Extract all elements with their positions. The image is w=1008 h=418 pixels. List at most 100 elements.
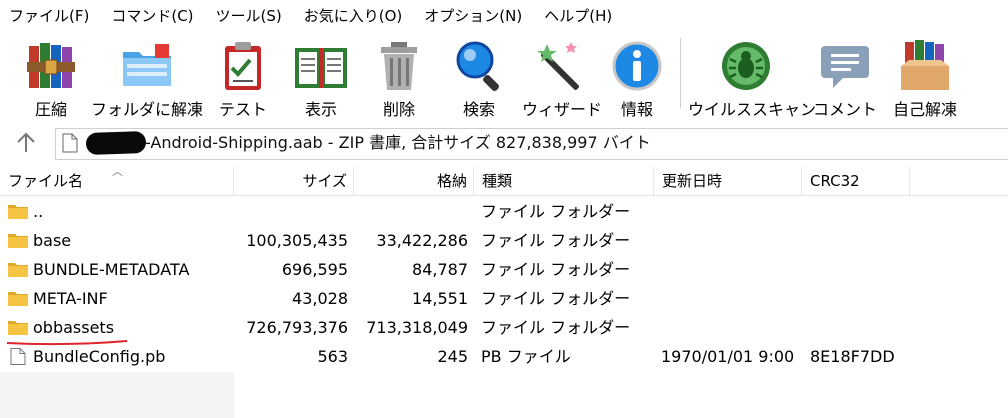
column-header-modified[interactable]: 更新日時 <box>654 167 802 195</box>
file-name: base <box>33 231 72 250</box>
file-name: .. <box>33 202 44 221</box>
folder-icon <box>8 292 28 306</box>
column-header-crc[interactable]: CRC32 <box>802 167 910 195</box>
extract-to-folder-button[interactable]: フォルダに解凍 <box>88 36 206 122</box>
menu-options[interactable]: オプション(N) <box>413 0 533 32</box>
info-icon <box>612 41 662 91</box>
file-crc <box>810 284 910 313</box>
file-crc: 8E18F7DD <box>810 347 895 366</box>
test-label: テスト <box>218 100 267 119</box>
toolbar: 圧縮 フォルダに解凍 テスト 表示 削除 検索 ウィザード 情報 ウイルススキャ… <box>0 32 1008 122</box>
comment-label: コメント <box>812 100 877 119</box>
file-type: ファイル フォルダー <box>481 260 631 279</box>
menu-file[interactable]: ファイル(F) <box>0 0 100 32</box>
file-type: ファイル フォルダー <box>481 202 631 221</box>
file-name: META-INF <box>33 289 108 308</box>
file-row[interactable]: BUNDLE-METADATA 696,595 84,787 ファイル フォルダー <box>0 255 1008 284</box>
folder-extract-icon <box>123 44 171 86</box>
file-name: obbassets <box>33 318 115 337</box>
menu-favorites[interactable]: お気に入り(O) <box>293 0 414 32</box>
file-crc <box>810 255 910 284</box>
file-type: ファイル フォルダー <box>481 289 631 308</box>
file-type: ファイル フォルダー <box>481 231 631 250</box>
sort-ascending-icon: ︿ <box>112 165 123 178</box>
compress-label: 圧縮 <box>34 100 67 119</box>
file-modified <box>661 226 801 255</box>
file-row[interactable]: META-INF 43,028 14,551 ファイル フォルダー <box>0 284 1008 313</box>
file-row[interactable]: obbassets 726,793,376 713,318,049 ファイル フォルダ… <box>0 313 1008 342</box>
info-button[interactable]: 情報 <box>604 36 670 122</box>
menu-help[interactable]: ヘルプ(H) <box>533 0 623 32</box>
sfx-button[interactable]: 自己解凍 <box>886 36 964 122</box>
menu-bar: ファイル(F) コマンド(C) ツール(S) お気に入り(O) オプション(N)… <box>0 0 1008 32</box>
info-label: 情報 <box>620 100 653 119</box>
virus-bug-icon <box>722 42 770 90</box>
wizard-label: ウィザード <box>522 100 603 119</box>
sfx-label: 自己解凍 <box>892 100 957 119</box>
file-modified <box>661 284 801 313</box>
file-list-header: ファイル名 サイズ 格納 種類 更新日時 CRC32 <box>0 167 1008 196</box>
file-type: PB ファイル <box>481 347 571 366</box>
folder-icon <box>8 205 28 219</box>
file-packed-size: 245 <box>437 347 468 366</box>
address-path-text: -Android-Shipping.aab - ZIP 書庫, 合計サイズ 82… <box>145 133 651 152</box>
find-button[interactable]: 検索 <box>444 36 514 122</box>
column-header-size[interactable]: サイズ <box>234 167 354 195</box>
red-underline-annotation <box>6 340 128 346</box>
file-icon <box>10 348 26 365</box>
file-crc <box>810 226 910 255</box>
file-packed-size: 14,551 <box>412 289 468 308</box>
magic-wand-icon <box>537 42 579 90</box>
clipboard-test-icon <box>225 42 261 90</box>
folder-icon <box>8 263 28 277</box>
wizard-button[interactable]: ウィザード <box>522 36 603 122</box>
file-name: BundleConfig.pb <box>33 347 166 366</box>
trash-can-icon <box>381 42 417 90</box>
menu-command[interactable]: コマンド(C) <box>100 0 204 32</box>
sfx-box-icon <box>901 40 949 90</box>
file-size: 100,305,435 <box>246 231 348 250</box>
up-arrow-icon[interactable] <box>12 130 40 156</box>
open-book-icon <box>295 48 347 88</box>
file-size: 696,595 <box>281 260 348 279</box>
file-modified <box>661 197 801 226</box>
comment-bubble-icon <box>821 46 869 88</box>
file-packed-size <box>354 197 468 226</box>
view-button[interactable]: 表示 <box>288 36 354 122</box>
file-modified <box>661 313 801 342</box>
delete-label: 削除 <box>382 100 415 119</box>
file-row[interactable]: base 100,305,435 33,422,286 ファイル フォルダー <box>0 226 1008 255</box>
extract-to-folder-label: フォルダに解凍 <box>90 100 203 119</box>
virus-scan-button[interactable]: ウイルススキャン <box>688 36 817 122</box>
folder-icon <box>8 234 28 248</box>
file-packed-size: 84,787 <box>412 260 468 279</box>
books-compress-icon <box>27 43 75 88</box>
folder-icon <box>8 321 28 335</box>
redaction-mark <box>85 130 147 156</box>
comment-button[interactable]: コメント <box>808 36 882 122</box>
toolbar-separator <box>680 38 681 108</box>
file-row[interactable]: .. ファイル フォルダー <box>0 197 1008 226</box>
file-packed-size: 713,318,049 <box>366 318 468 337</box>
column-header-packed[interactable]: 格納 <box>354 167 474 195</box>
virus-scan-label: ウイルススキャン <box>688 100 817 119</box>
view-label: 表示 <box>304 100 337 119</box>
file-size <box>234 197 348 226</box>
menu-tools[interactable]: ツール(S) <box>205 0 293 32</box>
file-crc <box>810 313 910 342</box>
test-button[interactable]: テスト <box>210 36 276 122</box>
column-header-type[interactable]: 種類 <box>474 167 654 195</box>
compress-button[interactable]: 圧縮 <box>16 36 86 122</box>
file-row[interactable]: BundleConfig.pb 563 245 PB ファイル 1970/01/01 9… <box>0 342 1008 371</box>
file-size: 43,028 <box>292 289 348 308</box>
magnifier-icon <box>456 41 499 91</box>
file-packed-size: 33,422,286 <box>376 231 468 250</box>
file-size: 563 <box>317 347 348 366</box>
file-icon <box>62 133 78 153</box>
file-name: BUNDLE-METADATA <box>33 260 190 279</box>
file-modified: 1970/01/01 9:00 <box>661 347 795 366</box>
file-size: 726,793,376 <box>246 318 348 337</box>
file-list-empty-area <box>0 372 234 418</box>
delete-button[interactable]: 削除 <box>366 36 432 122</box>
file-type: ファイル フォルダー <box>481 318 631 337</box>
